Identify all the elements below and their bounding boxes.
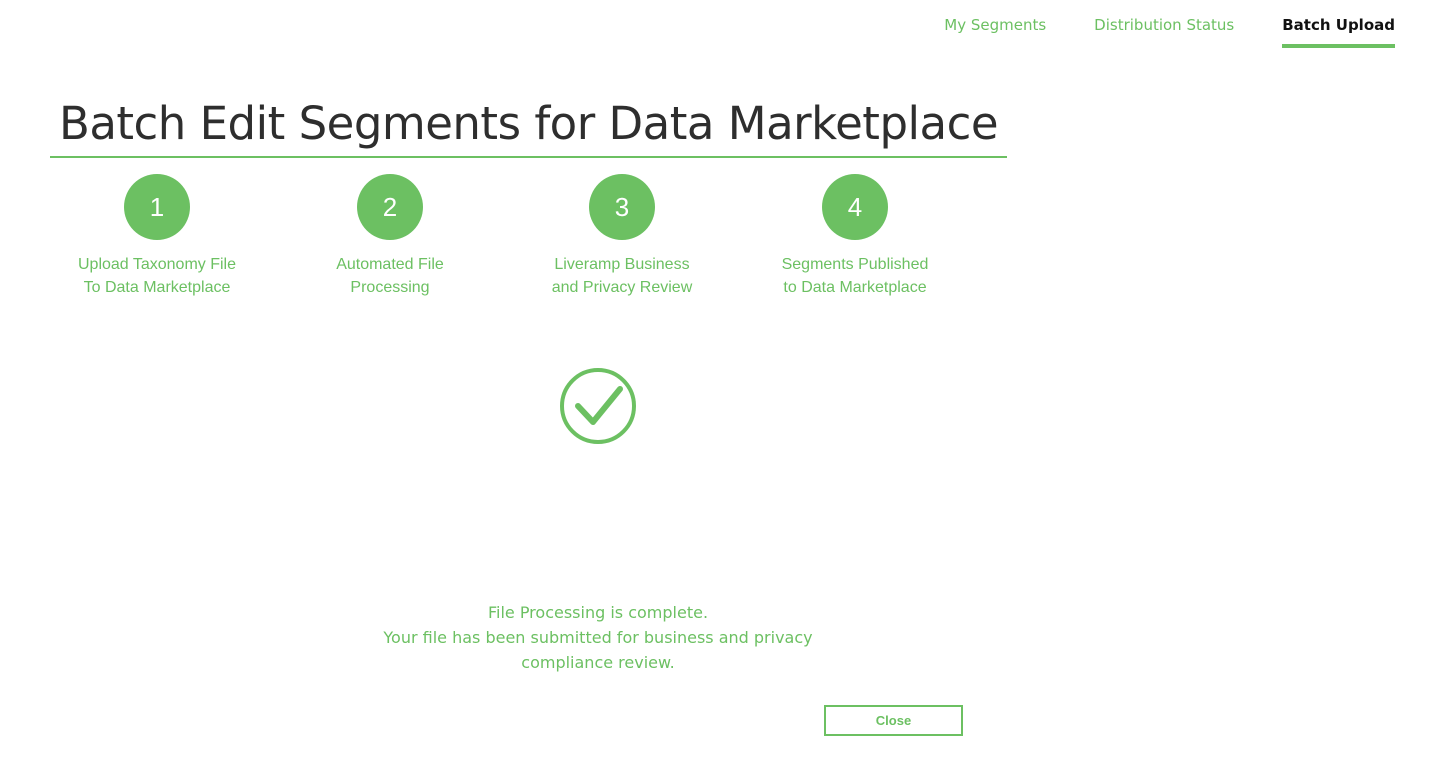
nav-batch-upload[interactable]: Batch Upload bbox=[1282, 16, 1395, 48]
status-line: File Processing is complete. bbox=[487, 603, 709, 622]
step-label: Automated File Processing bbox=[275, 253, 505, 299]
step-number: 4 bbox=[822, 174, 888, 240]
step-label-line: To Data Marketplace bbox=[83, 279, 231, 296]
title-section: Batch Edit Segments for Data Marketplace bbox=[50, 96, 1007, 158]
top-nav: My Segments Distribution Status Batch Up… bbox=[944, 16, 1395, 48]
step-label-line: Upload Taxonomy File bbox=[77, 256, 236, 273]
nav-my-segments[interactable]: My Segments bbox=[944, 16, 1046, 48]
step-label-line: and Privacy Review bbox=[551, 279, 693, 296]
step-label-line: to Data Marketplace bbox=[783, 279, 927, 296]
status-line: compliance review. bbox=[521, 653, 675, 672]
step-2: 2 Automated File Processing bbox=[275, 174, 505, 299]
step-label: Liveramp Business and Privacy Review bbox=[507, 253, 737, 299]
batch-upload-page: My Segments Distribution Status Batch Up… bbox=[0, 0, 1438, 780]
status-message: File Processing is complete. Your file h… bbox=[348, 600, 848, 675]
step-label-line: Liveramp Business bbox=[554, 256, 690, 273]
page-title: Batch Edit Segments for Data Marketplace bbox=[58, 97, 999, 150]
step-number: 1 bbox=[124, 174, 190, 240]
step-label: Segments Published to Data Marketplace bbox=[740, 253, 970, 299]
step-number: 2 bbox=[357, 174, 423, 240]
step-4: 4 Segments Published to Data Marketplace bbox=[740, 174, 970, 299]
step-number: 3 bbox=[589, 174, 655, 240]
step-label-line: Automated File bbox=[336, 256, 444, 273]
step-label-line: Segments Published bbox=[781, 256, 929, 273]
nav-distribution-status[interactable]: Distribution Status bbox=[1094, 16, 1234, 48]
progress-steps: 1 Upload Taxonomy File To Data Marketpla… bbox=[42, 174, 972, 314]
step-3: 3 Liveramp Business and Privacy Review bbox=[507, 174, 737, 299]
check-circle-icon bbox=[560, 368, 636, 444]
step-label-line: Processing bbox=[350, 279, 430, 296]
status-line: Your file has been submitted for busines… bbox=[383, 628, 813, 647]
step-1: 1 Upload Taxonomy File To Data Marketpla… bbox=[42, 174, 272, 299]
step-label: Upload Taxonomy File To Data Marketplace bbox=[42, 253, 272, 299]
close-button[interactable]: Close bbox=[824, 705, 963, 736]
